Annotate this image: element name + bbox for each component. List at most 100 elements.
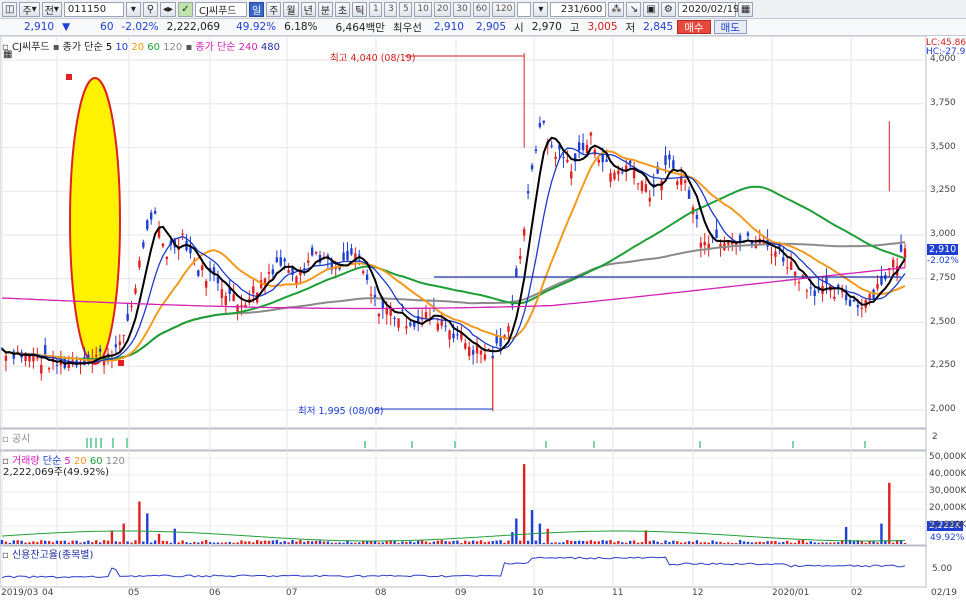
legend-ma240: 240 (238, 42, 258, 53)
market-select[interactable]: 전 ▾ (41, 1, 62, 17)
candle-body (707, 243, 710, 249)
minute-30[interactable]: 30 (453, 1, 471, 17)
legend-ma20: 20 (131, 42, 145, 53)
buy-button[interactable]: 매수 (677, 20, 711, 34)
notice-bar (95, 438, 97, 448)
volume-bar (169, 542, 173, 544)
high-value: 3,005 (587, 21, 618, 33)
volume-bar (668, 542, 671, 544)
minute-60[interactable]: 60 (472, 1, 491, 17)
volume-bar (142, 541, 145, 544)
volume-bar (201, 541, 204, 544)
legend-ma-label: 종가 단순 (62, 42, 103, 53)
volume-bar (656, 541, 659, 544)
legend-square-icon: ▫ (2, 550, 9, 561)
minute-10[interactable]: 10 (414, 1, 432, 17)
notice-bar (454, 441, 456, 448)
candle-body (377, 313, 381, 317)
marker-square (66, 74, 72, 80)
count-dropdown[interactable]: ▾ (533, 1, 549, 17)
volume-bar (731, 542, 734, 544)
volume-bar (448, 541, 451, 544)
notice-bar (126, 438, 128, 448)
volume-bar (216, 542, 220, 544)
volume-bar (574, 541, 577, 544)
stock-chart[interactable] (0, 36, 966, 602)
candle-body (856, 304, 860, 308)
x-axis-tick: 05 (128, 588, 140, 598)
volume-bar (165, 541, 169, 544)
volume-bar (597, 541, 600, 544)
volume-y-tick: 40,000K (929, 469, 966, 479)
menu-icon[interactable]: ◫ (2, 1, 18, 17)
notice-bar (90, 438, 92, 448)
candle-body (456, 334, 459, 336)
legend-square-icon: ▫ (2, 434, 9, 445)
candle-body (252, 286, 255, 294)
stock-code-input[interactable]: 011150 (63, 1, 124, 17)
candle-body (746, 232, 750, 236)
custom-period-input[interactable] (517, 1, 532, 17)
favorite-icon[interactable]: ✓ (177, 1, 193, 17)
volume-bar (350, 542, 353, 544)
period-minute[interactable]: 분 (317, 1, 333, 17)
candle-body (738, 235, 742, 242)
date-input[interactable]: 2020/02/19 (677, 1, 739, 17)
minute-120[interactable]: 120 (492, 1, 516, 17)
tool-icon[interactable]: ⁂ (608, 1, 625, 17)
search-icon[interactable]: ▾ (125, 1, 141, 17)
minute-5[interactable]: 5 (399, 1, 413, 17)
candle-body (695, 215, 699, 220)
candle-body (267, 272, 271, 274)
calendar-icon[interactable]: ▦ (737, 1, 754, 17)
period-second[interactable]: 초 (334, 1, 351, 17)
minute-20[interactable]: 20 (433, 1, 452, 17)
save-icon[interactable]: ▣ (643, 1, 659, 17)
volume-bar (487, 541, 491, 544)
candle-body (797, 282, 801, 284)
candle-body (409, 322, 412, 326)
type-select[interactable]: 주 ▾ (19, 1, 40, 17)
magnifier-icon[interactable]: ⚲ (142, 1, 158, 17)
volume-bar (279, 542, 282, 544)
candle-body (683, 180, 687, 183)
x-axis-tick: 07 (286, 588, 298, 598)
highlight-ellipse-shape (69, 77, 121, 365)
period-month[interactable]: 월 (283, 1, 299, 17)
legend-ma60: 60 (147, 42, 160, 53)
minute-1[interactable]: 1 (369, 1, 383, 17)
volume-bar (558, 542, 561, 544)
x-axis-tick: 11 (612, 588, 624, 598)
candle-body (287, 270, 290, 273)
candle-body (122, 335, 125, 337)
candle-body (562, 157, 565, 159)
period-year[interactable]: 년 (300, 1, 316, 17)
legend-ma5: 5 (105, 42, 113, 53)
minute-3[interactable]: 3 (384, 1, 398, 17)
legend-ma10: 10 (115, 42, 129, 53)
period-day[interactable]: 일 (248, 1, 265, 17)
volume-bar (91, 542, 94, 544)
grid-icon[interactable]: ▦ (3, 49, 12, 60)
volume-bar (228, 542, 231, 544)
volume-bar (314, 540, 318, 544)
period-tick[interactable]: 틱 (352, 1, 368, 17)
volume-bar (660, 542, 663, 544)
candle-body (165, 256, 169, 260)
period-week[interactable]: 주 (266, 1, 282, 17)
best-bid: 2,905 (475, 21, 507, 33)
prev-next-icon[interactable]: ◂▸ (159, 1, 176, 17)
sell-button[interactable]: 매도 (713, 20, 747, 34)
volume-bar (762, 542, 765, 544)
volume-bar (703, 542, 706, 544)
chart-area[interactable]: ▫ CJ씨푸드 ▪ 종가 단순 5 10 20 60 120 ▪ 종가 단순 2… (0, 36, 966, 602)
draw-icon[interactable]: ↘ (626, 1, 642, 17)
candle-body (153, 210, 157, 214)
settings-icon[interactable]: ⚙ (660, 1, 676, 17)
candle-body (636, 183, 640, 185)
legend-ma2-label: 종가 단순 (195, 42, 236, 53)
candle-body (314, 252, 318, 254)
candle-body (413, 322, 416, 327)
volume-bar (8, 542, 12, 544)
volume-bar (189, 542, 192, 544)
